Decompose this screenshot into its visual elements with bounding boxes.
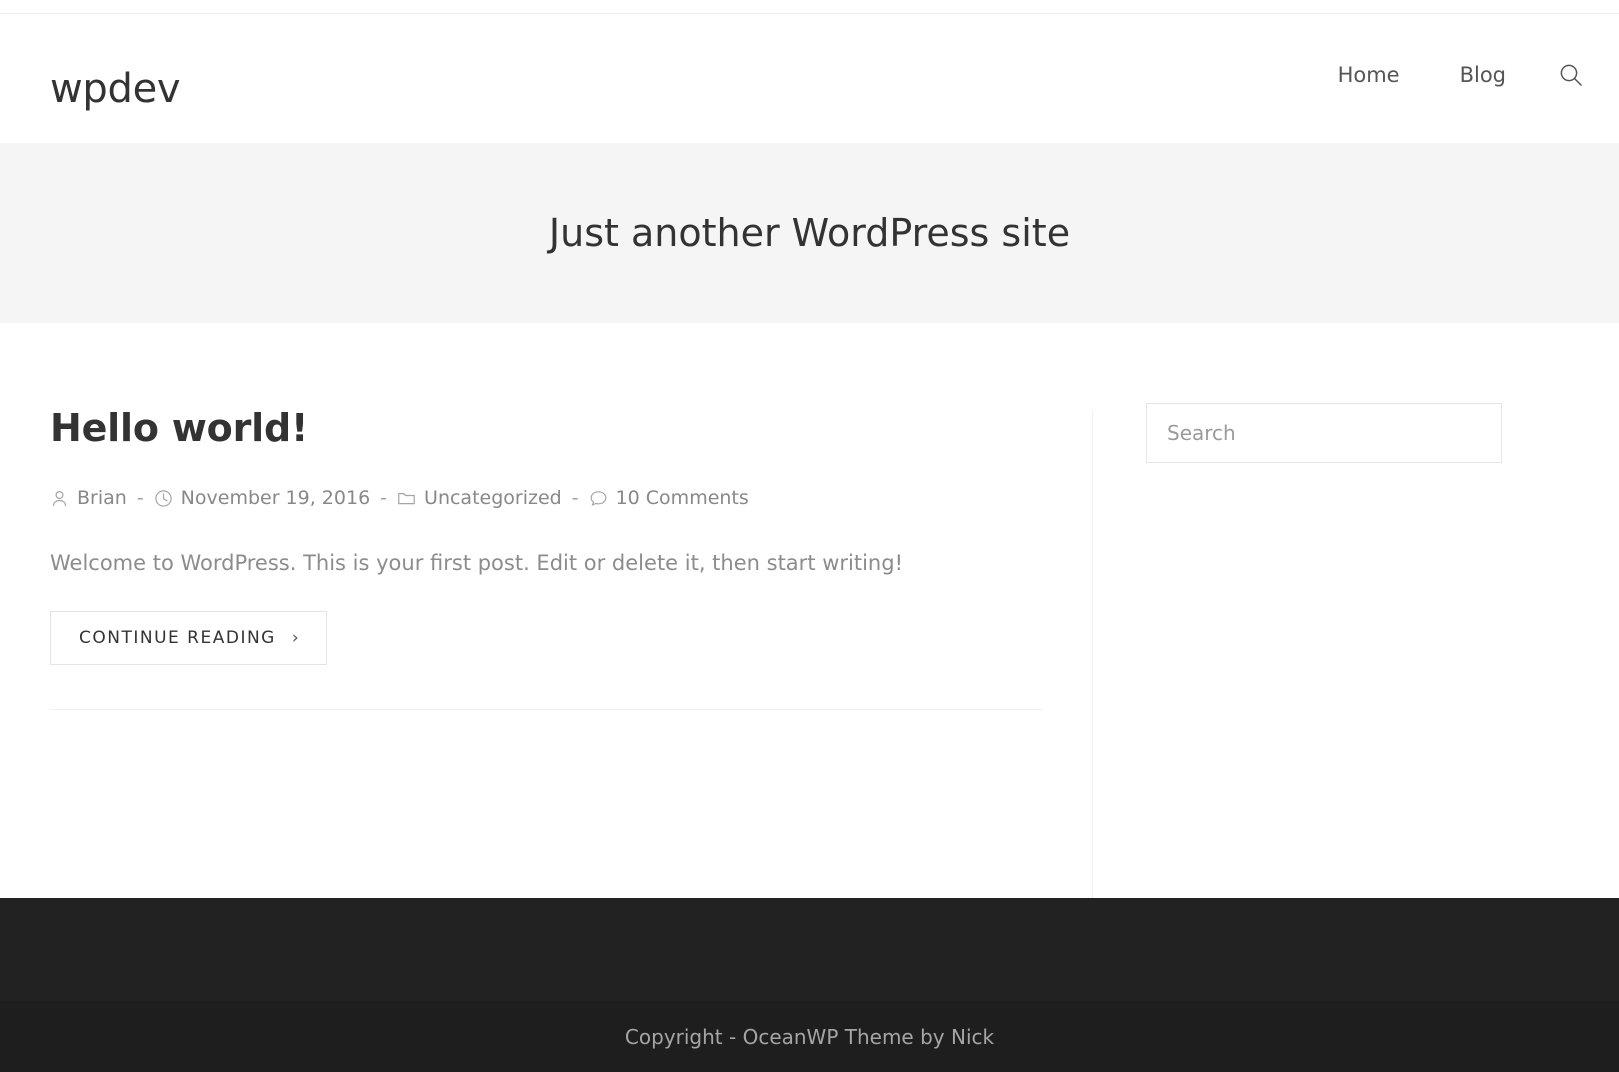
footer-copyright: Copyright - OceanWP Theme by Nick (625, 1023, 994, 1051)
site-header: wpdev Home Blog (0, 13, 1619, 143)
comment-icon (589, 489, 608, 508)
post-date[interactable]: November 19, 2016 (181, 485, 371, 511)
post-title-link[interactable]: Hello world! (50, 405, 1073, 451)
chevron-right-icon: › (291, 627, 301, 648)
meta-separator-3: - (571, 487, 579, 509)
nav-item-home[interactable]: Home (1308, 60, 1430, 90)
meta-separator-2: - (380, 487, 388, 509)
continue-reading-label: Continue Reading (79, 628, 276, 648)
post-meta-comments[interactable]: 10 Comments (589, 485, 749, 511)
main-content: Hello world! Brian - November 19, 2016 -… (0, 323, 1619, 1072)
sidebar-search-widget (1146, 403, 1502, 463)
post-category[interactable]: Uncategorized (424, 485, 562, 511)
user-icon (50, 489, 69, 508)
footer-theme-link[interactable]: OceanWP Theme by Nick (743, 1025, 995, 1049)
site-logo[interactable]: wpdev (50, 64, 181, 114)
post-excerpt: Welcome to WordPress. This is your first… (50, 551, 903, 575)
main-navigation: Home Blog (1308, 60, 1619, 90)
search-icon (1558, 62, 1584, 88)
post-meta-date[interactable]: November 19, 2016 (154, 485, 371, 511)
search-input[interactable] (1146, 403, 1502, 463)
meta-separator-1: - (136, 487, 144, 509)
post-meta-author[interactable]: Brian (50, 485, 127, 511)
post-comments-count[interactable]: 10 Comments (616, 485, 749, 511)
continue-reading-button[interactable]: Continue Reading › (50, 611, 328, 665)
post-separator (50, 709, 1043, 710)
footer-bottom-bar: Copyright - OceanWP Theme by Nick (0, 1001, 1619, 1072)
folder-icon (397, 489, 416, 508)
sidebar (1146, 403, 1502, 463)
blog-post-entry: Hello world! Brian - November 19, 2016 -… (50, 405, 1073, 665)
nav-item-blog[interactable]: Blog (1430, 60, 1536, 90)
post-meta-category[interactable]: Uncategorized (397, 485, 562, 511)
page-title-banner: Just another WordPress site (0, 143, 1619, 323)
page-root: wpdev Home Blog Just another WordPress s… (0, 0, 1619, 1072)
header-search-toggle[interactable] (1536, 62, 1619, 88)
footer-copyright-prefix: Copyright - (624, 1024, 743, 1049)
clock-icon (154, 489, 173, 508)
footer-widgets-area (0, 898, 1619, 1001)
post-meta: Brian - November 19, 2016 - Uncategorize… (50, 485, 1073, 511)
page-title: Just another WordPress site (548, 211, 1071, 255)
post-author-name[interactable]: Brian (77, 485, 127, 511)
